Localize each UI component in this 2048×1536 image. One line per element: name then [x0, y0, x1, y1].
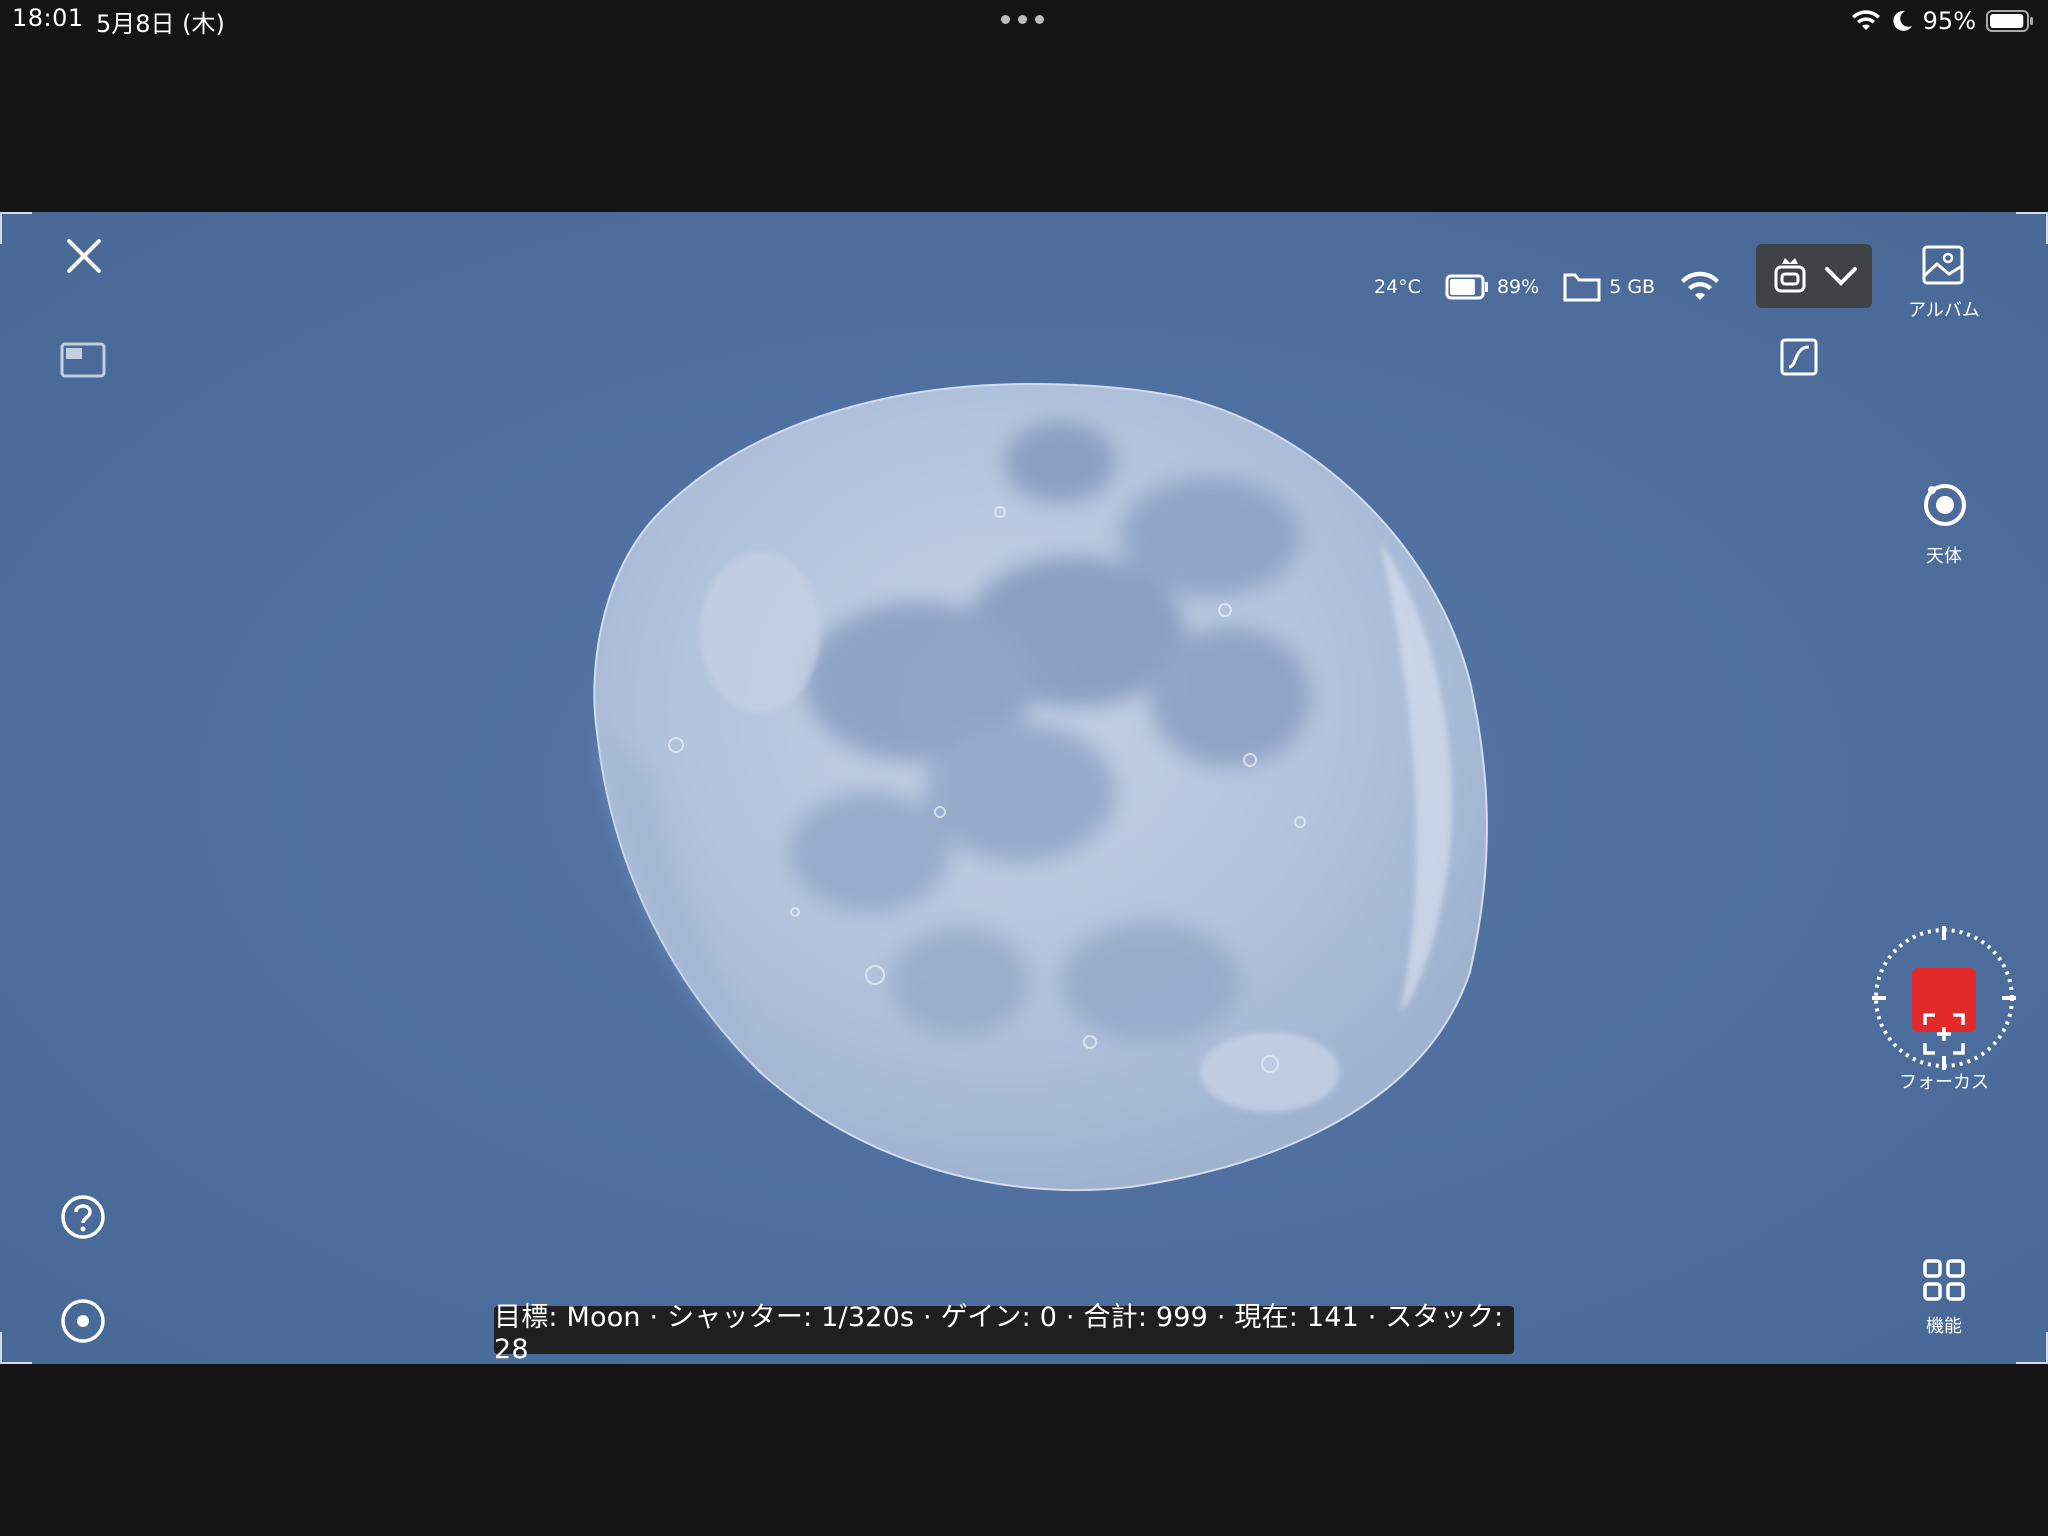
- device-status-strip: 24°C 89% 5 GB: [1374, 264, 1721, 310]
- moon-image: [593, 382, 1488, 1192]
- functions-label: 機能: [1926, 1316, 1962, 1337]
- system-status-bar: 18:01 5月8日 (木) 95%: [0, 0, 2048, 42]
- temperature-value: 24°C: [1374, 276, 1421, 298]
- celestial-target-button[interactable]: 天体: [1874, 482, 2014, 582]
- temperature-reading: 24°C: [1374, 276, 1421, 298]
- frame-corner: [2016, 212, 2048, 244]
- system-indicators: 95%: [1851, 4, 2034, 38]
- frame-corner: [0, 212, 32, 244]
- capture-info-bar: 目標: Moon · シャッター: 1/320s · ゲイン: 0 · 合計: …: [494, 1302, 1514, 1364]
- clock: 18:01: [12, 4, 84, 32]
- device-battery-icon: [1445, 274, 1488, 300]
- album-button[interactable]: アルバム: [1874, 242, 2014, 332]
- frame-corner: [0, 1332, 32, 1364]
- focus-icon: [1923, 1013, 1965, 1055]
- telescope-device-icon: [1774, 258, 1806, 293]
- frame-corner: [2016, 1332, 2048, 1364]
- capture-info-text: 目標: Moon · シャッター: 1/320s · ゲイン: 0 · 合計: …: [494, 1302, 1504, 1364]
- album-label: アルバム: [1908, 300, 1980, 321]
- battery-icon: [1986, 10, 2033, 32]
- battery-percent: 95%: [1922, 7, 1976, 35]
- device-battery: 89%: [1445, 274, 1539, 300]
- device-wifi-icon: [1681, 271, 1720, 300]
- storage-value: 5 GB: [1609, 276, 1656, 298]
- multitasking-dots-icon[interactable]: [1001, 15, 1045, 25]
- help-icon[interactable]: [60, 1194, 106, 1240]
- focus-button[interactable]: フォーカス: [1874, 1012, 2014, 1102]
- device-selector[interactable]: [1756, 244, 1872, 308]
- chevron-down-icon: [1825, 267, 1857, 286]
- focus-label: フォーカス: [1899, 1072, 1989, 1093]
- celestial-target-icon: [1924, 484, 1966, 526]
- target-icon[interactable]: [60, 1298, 106, 1344]
- picture-in-picture-icon[interactable]: [60, 342, 106, 380]
- curve-adjust-icon[interactable]: [1780, 338, 1818, 376]
- camera-viewfinder[interactable]: 24°C 89% 5 GB アルバム 天体 フォーカス 機能 目標: Moon …: [0, 212, 2048, 1364]
- grid-icon: [1923, 1259, 1965, 1301]
- folder-icon: [1563, 273, 1601, 302]
- close-icon[interactable]: [64, 236, 104, 276]
- device-battery-value: 89%: [1496, 276, 1540, 298]
- functions-button[interactable]: 機能: [1874, 1258, 2014, 1348]
- date: 5月8日 (木): [96, 10, 225, 38]
- wifi-icon: [1851, 10, 1880, 30]
- device-storage: 5 GB: [1563, 272, 1655, 302]
- do-not-disturb-moon-icon: [1893, 10, 1912, 31]
- celestial-label: 天体: [1926, 546, 1962, 567]
- album-icon: [1922, 245, 1964, 285]
